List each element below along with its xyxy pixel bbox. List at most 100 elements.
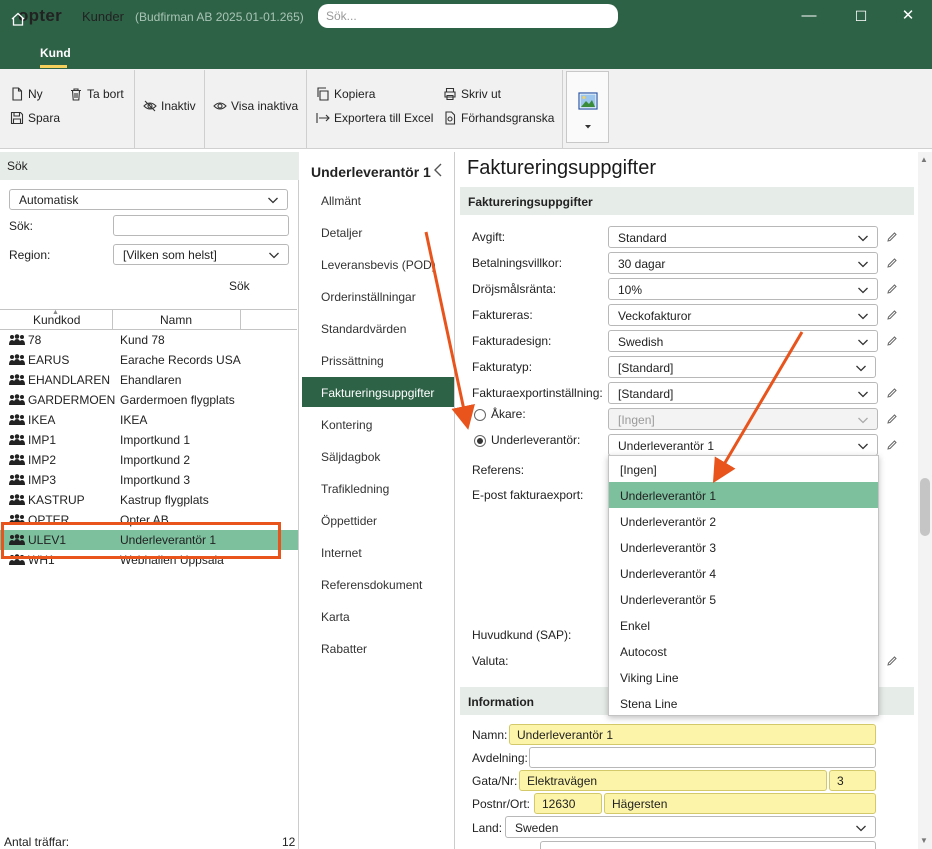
table-row[interactable]: IMP2 Importkund 2	[0, 450, 298, 470]
table-row[interactable]: EARUS Earache Records USA	[0, 350, 298, 370]
chevron-down-icon	[858, 443, 868, 450]
dropdown-option[interactable]: Stena Line	[609, 690, 878, 716]
search-mode-select[interactable]: Automatisk	[9, 189, 288, 210]
nav-item[interactable]: Referensdokument	[302, 569, 454, 599]
table-row[interactable]: KASTRUP Kastrup flygplats	[0, 490, 298, 510]
save-button[interactable]: Spara	[10, 111, 60, 125]
land-select[interactable]: Sweden	[505, 816, 876, 838]
print-button[interactable]: Skriv ut	[443, 87, 501, 101]
column-header-namn[interactable]: Namn	[160, 313, 192, 327]
edit-pencil-icon[interactable]	[886, 309, 898, 321]
edit-pencil-icon[interactable]	[886, 257, 898, 269]
table-row[interactable]: 78 Kund 78	[0, 330, 298, 350]
field-select[interactable]: [Standard]	[608, 356, 876, 378]
close-button[interactable]: ✕	[896, 4, 920, 28]
underlev-select[interactable]: Underleverantör 1	[608, 434, 878, 456]
image-icon	[578, 92, 598, 110]
search-submit-button[interactable]: Sök	[229, 279, 250, 293]
dropdown-option[interactable]: Underleverantör 2	[609, 508, 878, 534]
namn-input[interactable]: Underleverantör 1	[509, 724, 876, 745]
row-name: Importkund 3	[120, 473, 191, 487]
image-gallery-button[interactable]	[566, 71, 609, 143]
nav-item[interactable]: Säljdagbok	[302, 441, 454, 471]
region-select[interactable]: [Vilken som helst]	[113, 244, 289, 265]
nav-item[interactable]: Faktureringsuppgifter	[302, 377, 454, 407]
collapse-chevron-icon[interactable]	[432, 163, 444, 177]
field-select[interactable]: Swedish	[608, 330, 878, 352]
nav-item[interactable]: Öppettider	[302, 505, 454, 535]
nav-item[interactable]: Allmänt	[302, 185, 454, 215]
akare-radio[interactable]	[474, 409, 486, 421]
export-excel-button-label: Exportera till Excel	[334, 111, 434, 125]
dropdown-option[interactable]: Enkel	[609, 612, 878, 638]
window-subtitle: (Budfirman AB 2025.01-01.265)	[135, 10, 304, 24]
nav-item[interactable]: Leveransbevis (POD)	[302, 249, 454, 279]
ort-input[interactable]: Hägersten	[604, 793, 876, 814]
table-row[interactable]: IMP1 Importkund 1	[0, 430, 298, 450]
preview-button[interactable]: Förhandsgranska	[443, 111, 554, 125]
new-button[interactable]: Ny	[10, 87, 43, 101]
global-search-input[interactable]: Sök...	[318, 4, 618, 28]
table-row[interactable]: IKEA IKEA	[0, 410, 298, 430]
save-button-label: Spara	[28, 111, 61, 125]
gata-nr-input[interactable]: 3	[829, 770, 876, 791]
search-input[interactable]	[113, 215, 289, 236]
underlev-radio[interactable]	[474, 435, 486, 447]
dropdown-option[interactable]: Viking Line	[609, 664, 878, 690]
edit-pencil-icon[interactable]	[886, 655, 898, 667]
nav-item[interactable]: Detaljer	[302, 217, 454, 247]
land-label: Land:	[472, 821, 503, 835]
nav-item[interactable]: Rabatter	[302, 633, 454, 663]
table-row[interactable]: IMP3 Importkund 3	[0, 470, 298, 490]
row-code: KASTRUP	[28, 493, 85, 507]
field-select[interactable]: [Standard]	[608, 382, 878, 404]
edit-pencil-icon[interactable]	[886, 231, 898, 243]
scroll-up-icon[interactable]: ▲	[920, 155, 928, 164]
edit-pencil-icon[interactable]	[886, 439, 898, 451]
dropdown-option[interactable]: [Ingen]	[609, 456, 878, 482]
scrollbar-thumb[interactable]	[920, 478, 930, 536]
dropdown-option[interactable]: Underleverantör 3	[609, 534, 878, 560]
export-excel-button[interactable]: Exportera till Excel	[316, 111, 433, 125]
dropdown-option[interactable]: Underleverantör 5	[609, 586, 878, 612]
tab-kund[interactable]: Kund	[40, 46, 71, 60]
nav-item[interactable]: Internet	[302, 537, 454, 567]
dropdown-option[interactable]: Underleverantör 4	[609, 560, 878, 586]
maximize-button[interactable]: ☐	[849, 4, 873, 28]
chevron-down-icon	[858, 339, 868, 346]
edit-pencil-icon[interactable]	[886, 387, 898, 399]
gata-input[interactable]: Elektravägen	[519, 770, 827, 791]
field-select[interactable]: Veckofakturor	[608, 304, 878, 326]
edit-pencil-icon[interactable]	[886, 335, 898, 347]
chevron-down-icon	[856, 365, 866, 372]
field-select[interactable]: 10%	[608, 278, 878, 300]
postnr-input[interactable]: 12630	[534, 793, 602, 814]
nav-item[interactable]: Trafikledning	[302, 473, 454, 503]
nav-item[interactable]: Prissättning	[302, 345, 454, 375]
highlight-annotation-box	[1, 522, 281, 559]
nav-item[interactable]: Orderinställningar	[302, 281, 454, 311]
scroll-down-icon[interactable]: ▼	[920, 836, 928, 845]
nav-item[interactable]: Standardvärden	[302, 313, 454, 343]
field-select[interactable]: Standard	[608, 226, 878, 248]
nav-item[interactable]: Kontering	[302, 409, 454, 439]
edit-pencil-icon[interactable]	[886, 413, 898, 425]
avdelning-input[interactable]	[529, 747, 876, 768]
row-name: Earache Records USA	[120, 353, 241, 367]
row-name: Importkund 2	[120, 453, 191, 467]
dropdown-option[interactable]: Autocost	[609, 638, 878, 664]
dropdown-option[interactable]: Underleverantör 1	[609, 482, 878, 508]
minimize-button[interactable]: —	[797, 4, 821, 28]
table-row[interactable]: EHANDLAREN Ehandlaren	[0, 370, 298, 390]
show-inactive-button[interactable]: Visa inaktiva	[213, 99, 298, 113]
delete-button[interactable]: Ta bort	[69, 87, 124, 101]
table-row[interactable]: GARDERMOEN Gardermoen flygplats	[0, 390, 298, 410]
inactive-button[interactable]: Inaktiv	[143, 99, 196, 113]
copy-button[interactable]: Kopiera	[316, 87, 375, 101]
printer-icon	[444, 87, 456, 101]
edit-pencil-icon[interactable]	[886, 283, 898, 295]
nav-item[interactable]: Karta	[302, 601, 454, 631]
home-icon[interactable]	[10, 11, 26, 27]
field-select[interactable]: 30 dagar	[608, 252, 878, 274]
hits-label: Antal träffar:	[4, 835, 70, 849]
